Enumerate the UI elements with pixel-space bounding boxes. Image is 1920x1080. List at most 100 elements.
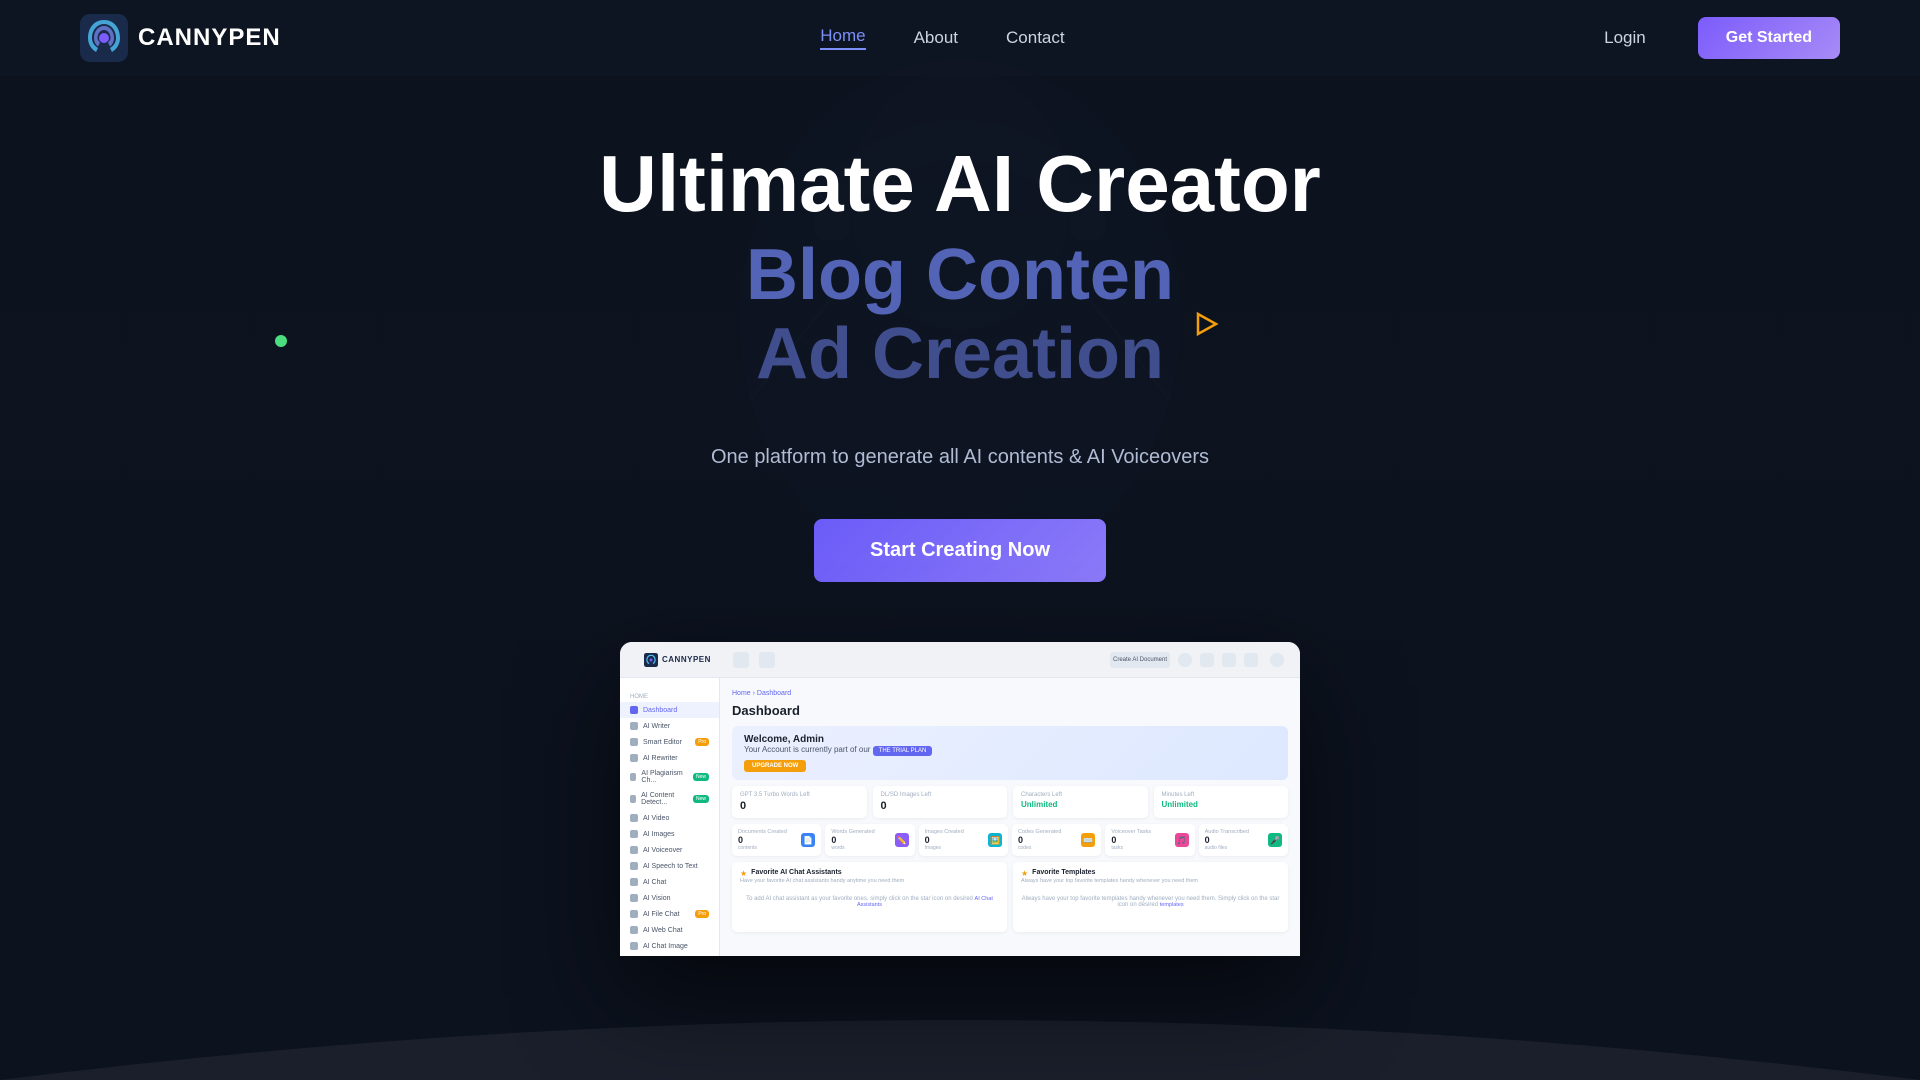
db-sidebar-voiceover[interactable]: AI Voiceover bbox=[620, 842, 719, 858]
nav-about[interactable]: About bbox=[914, 28, 958, 48]
db-welcome-title: Welcome, Admin bbox=[744, 734, 936, 745]
chat-icon bbox=[630, 878, 638, 886]
db-sidebar-images[interactable]: AI Images bbox=[620, 826, 719, 842]
db-breadcrumb: Home › Dashboard bbox=[732, 690, 1288, 697]
hero-rotating-2: Ad Creation bbox=[756, 315, 1164, 394]
db-metric-docs-icon: 📄 bbox=[801, 833, 815, 847]
db-icon-5 bbox=[1244, 653, 1258, 667]
db-sidebar-voiceover-label: AI Voiceover bbox=[643, 847, 682, 854]
db-sidebar-chat[interactable]: AI Chat bbox=[620, 874, 719, 890]
db-metric-voice-icon: 🎵 bbox=[1175, 833, 1189, 847]
db-create-doc: Create AI Document bbox=[1110, 652, 1170, 668]
login-link[interactable]: Login bbox=[1604, 28, 1646, 48]
navbar: CANNYPEN Home About Contact Login Get St… bbox=[0, 0, 1920, 76]
db-stat-minutes-value: Unlimited bbox=[1162, 800, 1281, 809]
db-page-title: Dashboard bbox=[732, 703, 1288, 718]
db-stat-chars-label: Characters Left bbox=[1021, 792, 1140, 798]
db-sidebar-video-label: AI Video bbox=[643, 815, 669, 822]
db-sidebar-writer-label: AI Writer bbox=[643, 723, 670, 730]
db-stat-words-label: GPT 3.5 Turbo Words Left bbox=[740, 792, 859, 798]
start-creating-button[interactable]: Start Creating Now bbox=[814, 519, 1106, 582]
db-bottom-chat-empty: To add AI chat assistant as your favorit… bbox=[740, 896, 999, 908]
voiceover-icon bbox=[630, 846, 638, 854]
db-stat-words: GPT 3.5 Turbo Words Left 0 bbox=[732, 786, 867, 818]
db-metric-audio-left: Audio Transcribed 0 audio files bbox=[1205, 829, 1249, 851]
web-chat-icon bbox=[630, 926, 638, 934]
db-stat-chars-value: Unlimited bbox=[1021, 800, 1140, 809]
db-bottom-chat-star: ★ bbox=[740, 869, 747, 878]
db-bottom-templates-star: ★ bbox=[1021, 869, 1028, 878]
db-bottom-templates-empty: Always have your top favorite templates … bbox=[1021, 896, 1280, 908]
dashboard-preview: CANNYPEN Create AI Document HOME bbox=[620, 642, 1300, 956]
cannypen-logo-icon bbox=[80, 14, 128, 62]
db-metric-words-icon: ✏️ bbox=[895, 833, 909, 847]
get-started-button[interactable]: Get Started bbox=[1698, 17, 1840, 59]
db-sidebar-dashboard-label: Dashboard bbox=[643, 707, 677, 714]
dashboard-topbar: CANNYPEN Create AI Document bbox=[620, 642, 1300, 678]
db-main-content: Home › Dashboard Dashboard Welcome, Admi… bbox=[720, 678, 1300, 956]
db-ai-chat-link[interactable]: AI Chat Assistants bbox=[857, 896, 993, 908]
db-avatar bbox=[1270, 653, 1284, 667]
smart-editor-badge: Pro bbox=[695, 738, 709, 746]
hero-description: One platform to generate all AI contents… bbox=[711, 446, 1209, 469]
db-bottom-templates-title: Favorite Templates bbox=[1032, 869, 1095, 876]
db-sidebar-images-label: AI Images bbox=[643, 831, 675, 838]
db-metric-codes: Codes Generated 0 codes ⌨️ bbox=[1012, 824, 1101, 856]
decorative-dot-green bbox=[275, 335, 287, 347]
db-sidebar-smart-editor[interactable]: Smart Editor Pro bbox=[620, 734, 719, 750]
db-sidebar-vision[interactable]: AI Vision bbox=[620, 890, 719, 906]
db-metric-imgs: Images Created 0 Images 🖼️ bbox=[919, 824, 1008, 856]
db-metric-codes-left: Codes Generated 0 codes bbox=[1018, 829, 1061, 851]
speech-icon bbox=[630, 862, 638, 870]
db-metric-imgs-left: Images Created 0 Images bbox=[925, 829, 964, 851]
logo[interactable]: CANNYPEN bbox=[80, 14, 281, 62]
db-sidebar-file-chat[interactable]: AI File Chat Pro bbox=[620, 906, 719, 922]
db-metric-codes-icon: ⌨️ bbox=[1081, 833, 1095, 847]
db-sidebar-plagiarism-label: AI Plagiarism Ch... bbox=[641, 770, 688, 784]
db-stat-images-label: DL/SD Images Left bbox=[881, 792, 1000, 798]
db-bottom-chat-subtitle: Have your favorite AI chat assistants ha… bbox=[740, 878, 999, 884]
db-bottom-chat-title: Favorite AI Chat Assistants bbox=[751, 869, 842, 876]
db-sidebar-web-chat[interactable]: AI Web Chat bbox=[620, 922, 719, 938]
db-logo: CANNYPEN bbox=[644, 653, 711, 667]
db-stat-words-value: 0 bbox=[740, 800, 859, 812]
db-metric-audio-icon: 🎤 bbox=[1268, 833, 1282, 847]
db-metric-imgs-icon: 🖼️ bbox=[988, 833, 1002, 847]
db-bottom-templates-header: ★ Favorite Templates bbox=[1021, 869, 1280, 878]
db-sidebar-rewriter[interactable]: AI Rewriter bbox=[620, 750, 719, 766]
db-stat-images: DL/SD Images Left 0 bbox=[873, 786, 1008, 818]
db-sidebar-vision-label: AI Vision bbox=[643, 895, 671, 902]
content-detector-badge: New bbox=[693, 795, 709, 803]
db-metric-voice-left: Voiceover Tasks 0 tasks bbox=[1111, 829, 1151, 851]
db-notif bbox=[1178, 653, 1192, 667]
file-chat-badge: Pro bbox=[695, 910, 709, 918]
db-sidebar-plagiarism[interactable]: AI Plagiarism Ch... New bbox=[620, 766, 719, 788]
dashboard-icon bbox=[630, 706, 638, 714]
dashboard-body: HOME Dashboard AI Writer Smart Editor Pr… bbox=[620, 678, 1300, 956]
db-bottom-chat-header: ★ Favorite AI Chat Assistants bbox=[740, 869, 999, 878]
db-sidebar-video[interactable]: AI Video bbox=[620, 810, 719, 826]
db-sidebar-dashboard[interactable]: Dashboard bbox=[620, 702, 719, 718]
rewriter-icon bbox=[630, 754, 638, 762]
db-sidebar-code[interactable]: e-Code bbox=[620, 954, 719, 956]
plagiarism-badge: New bbox=[693, 773, 709, 781]
db-sidebar-content-detector[interactable]: AI Content Detect... New bbox=[620, 788, 719, 810]
nav-home[interactable]: Home bbox=[820, 26, 865, 50]
db-sidebar-section-label: HOME bbox=[620, 690, 719, 702]
db-bottom-row: ★ Favorite AI Chat Assistants Have your … bbox=[732, 862, 1288, 932]
db-sidebar-chat-image[interactable]: AI Chat Image bbox=[620, 938, 719, 954]
db-sidebar-writer[interactable]: AI Writer bbox=[620, 718, 719, 734]
brand-name: CANNYPEN bbox=[138, 24, 281, 52]
db-sidebar-content-detector-label: AI Content Detect... bbox=[641, 792, 688, 806]
db-templates-link[interactable]: templates bbox=[1160, 902, 1184, 908]
db-metric-words: Words Generated 0 words ✏️ bbox=[825, 824, 914, 856]
images-icon bbox=[630, 830, 638, 838]
db-sidebar-file-chat-label: AI File Chat bbox=[643, 911, 680, 918]
db-sidebar-speech[interactable]: AI Speech to Text bbox=[620, 858, 719, 874]
db-sidebar-smart-editor-label: Smart Editor bbox=[643, 739, 682, 746]
db-upgrade-btn[interactable]: UPGRADE NOW bbox=[744, 760, 806, 772]
db-icon-3 bbox=[1200, 653, 1214, 667]
db-breadcrumb-home: Home bbox=[732, 690, 751, 697]
nav-contact[interactable]: Contact bbox=[1006, 28, 1065, 48]
db-stat-chars: Characters Left Unlimited bbox=[1013, 786, 1148, 818]
